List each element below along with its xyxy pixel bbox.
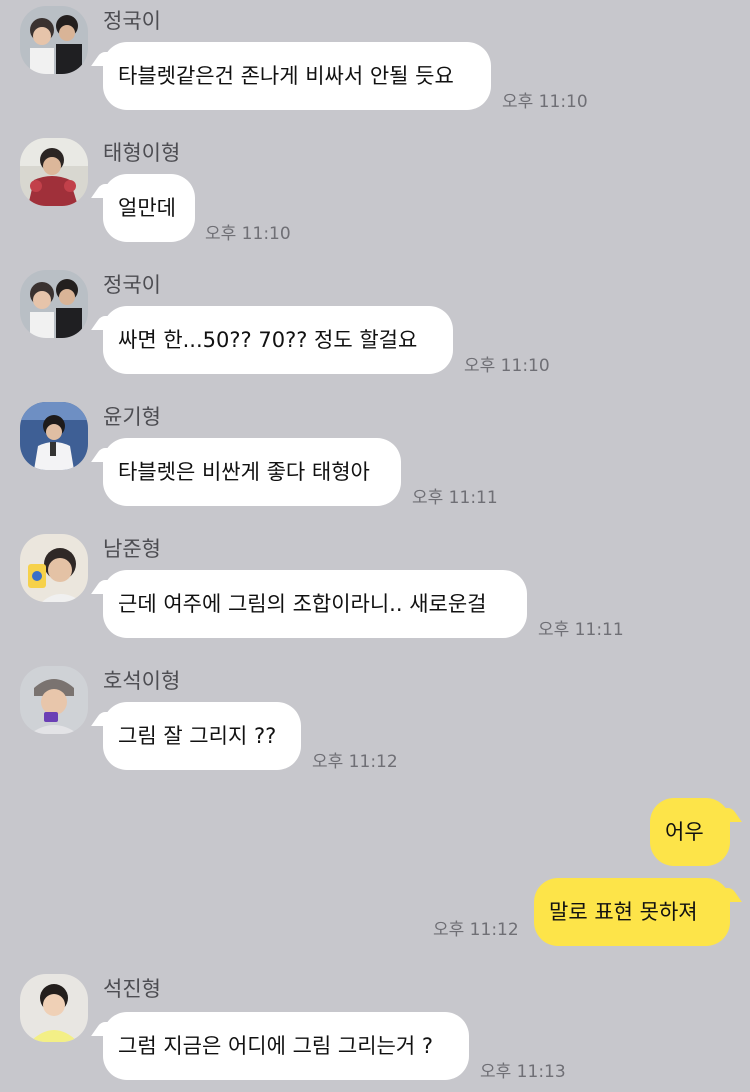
message-timestamp: 오후 11:10 (205, 224, 291, 244)
message-timestamp: 오후 11:10 (502, 92, 588, 112)
avatar-photo-icon (20, 138, 88, 206)
avatar-photo-icon (20, 270, 88, 338)
avatar-photo-icon (20, 666, 88, 734)
message-timestamp: 오후 11:11 (412, 488, 498, 508)
sender-avatar[interactable] (20, 534, 88, 602)
sender-avatar[interactable] (20, 6, 88, 74)
sender-avatar[interactable] (20, 666, 88, 734)
sender-name: 윤기형 (103, 405, 161, 429)
message-bubble[interactable]: 싸면 한...50?? 70?? 정도 할걸요 (103, 306, 453, 374)
sender-name: 정국이 (103, 273, 161, 297)
sender-avatar[interactable] (20, 138, 88, 206)
message-bubble[interactable]: 그럼 지금은 어디에 그림 그리는거 ? (103, 1012, 469, 1080)
sender-avatar[interactable] (20, 974, 88, 1042)
my-message-bubble[interactable]: 어우 (650, 798, 730, 866)
message-timestamp: 오후 11:10 (464, 356, 550, 376)
sender-name: 석진형 (103, 977, 161, 1001)
message-timestamp: 오후 11:11 (538, 620, 624, 640)
message-bubble[interactable]: 타블렛은 비싼게 좋다 태형아 (103, 438, 401, 506)
avatar-photo-icon (20, 974, 88, 1042)
avatar-photo-icon (20, 6, 88, 74)
message-bubble[interactable]: 그림 잘 그리지 ?? (103, 702, 301, 770)
message-bubble[interactable]: 타블렛같은건 존나게 비싸서 안될 듯요 (103, 42, 491, 110)
avatar-photo-icon (20, 402, 88, 470)
message-bubble[interactable]: 근데 여주에 그림의 조합이라니.. 새로운걸 (103, 570, 527, 638)
message-timestamp: 오후 11:12 (312, 752, 398, 772)
message-timestamp: 오후 11:13 (480, 1062, 566, 1082)
sender-name: 정국이 (103, 9, 161, 33)
sender-avatar[interactable] (20, 270, 88, 338)
message-timestamp: 오후 11:12 (433, 920, 519, 940)
my-message-bubble[interactable]: 말로 표현 못하져 (534, 878, 730, 946)
sender-name: 태형이형 (103, 141, 181, 165)
sender-name: 호석이형 (103, 669, 181, 693)
avatar-photo-icon (20, 534, 88, 602)
message-bubble[interactable]: 얼만데 (103, 174, 195, 242)
sender-avatar[interactable] (20, 402, 88, 470)
sender-name: 남준형 (103, 537, 161, 561)
